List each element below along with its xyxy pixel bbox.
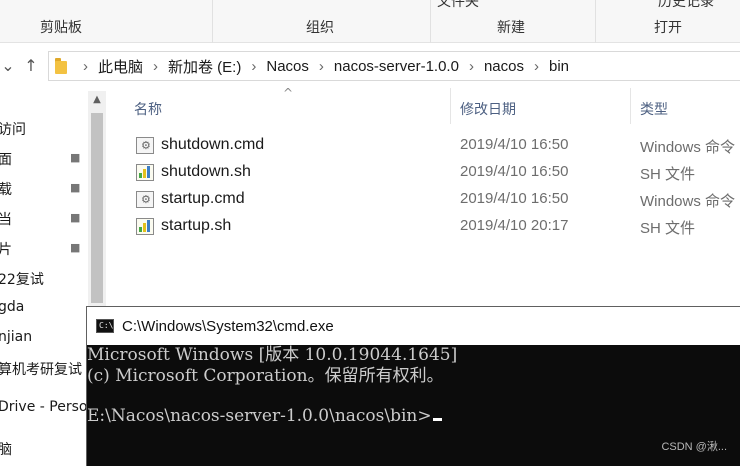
breadcrumb-nacos-sub[interactable]: nacos: [484, 58, 524, 75]
breadcrumb-drive-e[interactable]: 新加卷 (E:): [168, 56, 241, 77]
file-name: shutdown.cmd: [161, 136, 265, 153]
nav-item-label: 当: [0, 212, 12, 228]
breadcrumb-nacos-server[interactable]: nacos-server-1.0.0: [334, 58, 459, 75]
column-header-date-modified[interactable]: 修改日期: [460, 99, 516, 119]
recent-locations-chevron-icon[interactable]: ⌄: [0, 55, 19, 77]
nav-item-label: 22复试: [0, 272, 44, 288]
nav-pane-scrollbar[interactable]: ▲: [88, 91, 106, 307]
nav-item-folder[interactable]: 22复试: [0, 265, 88, 291]
nav-item-folder[interactable]: gda: [0, 295, 88, 321]
breadcrumb-bin[interactable]: bin: [549, 58, 569, 75]
cmd-app-icon: C:\: [96, 319, 114, 333]
nav-item-downloads[interactable]: 载 ■: [0, 175, 88, 201]
watermark: CSDN @湫...: [661, 441, 727, 453]
ribbon-group-label: 组织: [306, 20, 334, 36]
file-type: Windows 命令: [640, 139, 736, 156]
file-type: Windows 命令: [640, 193, 736, 210]
column-divider[interactable]: [630, 88, 631, 124]
scrollbar-thumb[interactable]: [91, 113, 103, 303]
cmd-window-title: C:\Windows\System32\cmd.exe: [122, 318, 334, 335]
column-header-name[interactable]: 名称: [134, 99, 162, 119]
nav-item-label: njian: [0, 329, 33, 345]
ribbon-group-new: 文件夹 新建: [431, 0, 596, 43]
nav-item-label: Drive - Perso: [0, 399, 88, 415]
nav-item-folder[interactable]: 算机考研复试: [0, 355, 88, 381]
breadcrumb-separator-icon[interactable]: ›: [534, 58, 539, 75]
pin-icon[interactable]: ■: [70, 211, 80, 224]
address-bar[interactable]: › 此电脑 › 新加卷 (E:) › Nacos › nacos-server-…: [48, 51, 740, 81]
breadcrumb: › 此电脑 › 新加卷 (E:) › Nacos › nacos-server-…: [73, 52, 569, 80]
file-name: shutdown.sh: [161, 163, 251, 180]
nav-item-onedrive[interactable]: Drive - Perso: [0, 395, 88, 421]
navigation-bar: ⌄ ↑ › 此电脑 › 新加卷 (E:) › Nacos › nacos-ser…: [0, 44, 740, 88]
file-name: startup.cmd: [161, 190, 245, 207]
file-date-modified: 2019/4/10 16:50: [460, 136, 569, 153]
breadcrumb-this-pc[interactable]: 此电脑: [98, 56, 143, 77]
file-row[interactable]: shutdown.sh 2019/4/10 16:50 SH 文件: [130, 159, 740, 186]
file-list-header: ^ 名称 修改日期 类型: [120, 86, 740, 124]
breadcrumb-separator-icon[interactable]: ›: [83, 58, 88, 75]
scroll-up-arrow-icon[interactable]: ▲: [88, 91, 106, 109]
sh-file-icon: [136, 218, 154, 235]
nav-item-desktop[interactable]: 面 ■: [0, 145, 88, 171]
breadcrumb-separator-icon[interactable]: ›: [319, 58, 324, 75]
file-date-modified: 2019/4/10 16:50: [460, 163, 569, 180]
file-row[interactable]: ⚙ shutdown.cmd 2019/4/10 16:50 Windows 命…: [130, 132, 740, 159]
file-name: startup.sh: [161, 217, 232, 234]
nav-item-pictures[interactable]: 片 ■: [0, 235, 88, 261]
ribbon-group-label: 剪贴板: [40, 20, 82, 36]
file-row[interactable]: startup.sh 2019/4/10 20:17 SH 文件: [130, 213, 740, 240]
history-button-label[interactable]: 历史记录: [658, 0, 714, 11]
navigation-pane: 访问 面 ■ 载 ■ 当 ■ 片 ■ 22复试 gda njian 算机考研复试…: [0, 88, 88, 466]
column-divider[interactable]: [450, 88, 451, 124]
file-date-modified: 2019/4/10 16:50: [460, 190, 569, 207]
sh-file-icon: [136, 164, 154, 181]
ribbon-group-clipboard: 剪贴板: [0, 0, 213, 43]
new-folder-button-label[interactable]: 文件夹: [437, 0, 479, 11]
nav-item-label: gda: [0, 299, 25, 315]
text-cursor: [432, 418, 442, 421]
pin-icon[interactable]: ■: [70, 181, 80, 194]
console-prompt-line[interactable]: E:\Nacos\nacos-server-1.0.0\nacos\bin>: [87, 406, 442, 426]
console-prompt: E:\Nacos\nacos-server-1.0.0\nacos\bin>: [87, 406, 432, 426]
nav-item-folder[interactable]: njian: [0, 325, 88, 351]
ribbon-group-label: 打开: [654, 20, 682, 36]
sort-ascending-icon: ^: [283, 86, 294, 100]
file-type: SH 文件: [640, 220, 696, 237]
folder-icon: [55, 58, 67, 74]
ribbon: 剪贴板 组织 文件夹 新建 历史记录 打开: [0, 0, 740, 43]
pin-icon[interactable]: ■: [70, 151, 80, 164]
ribbon-group-open: 历史记录 打开: [596, 0, 740, 43]
pin-icon[interactable]: ■: [70, 241, 80, 254]
cmd-window[interactable]: C:\ C:\Windows\System32\cmd.exe Microsof…: [86, 306, 740, 466]
cmd-file-icon: ⚙: [136, 191, 154, 208]
nav-item-label: 访问: [0, 122, 26, 138]
file-date-modified: 2019/4/10 20:17: [460, 217, 569, 234]
file-type: SH 文件: [640, 166, 696, 183]
file-row[interactable]: ⚙ startup.cmd 2019/4/10 16:50 Windows 命令: [130, 186, 740, 213]
cmd-console[interactable]: Microsoft Windows [版本 10.0.19044.1645] (…: [87, 345, 740, 466]
breadcrumb-separator-icon[interactable]: ›: [153, 58, 158, 75]
nav-item-this-pc[interactable]: 脑: [0, 435, 88, 461]
ribbon-group-label: 新建: [497, 20, 525, 36]
console-line: Microsoft Windows [版本 10.0.19044.1645]: [87, 345, 458, 365]
ribbon-group-organize: 组织: [213, 0, 431, 43]
up-arrow-icon[interactable]: ↑: [20, 55, 42, 77]
breadcrumb-separator-icon[interactable]: ›: [469, 58, 474, 75]
nav-item-documents[interactable]: 当 ■: [0, 205, 88, 231]
cmd-file-icon: ⚙: [136, 137, 154, 154]
nav-item-label: 面: [0, 152, 12, 168]
breadcrumb-separator-icon[interactable]: ›: [251, 58, 256, 75]
nav-item-quick-access[interactable]: 访问: [0, 115, 88, 141]
nav-item-label: 片: [0, 242, 12, 258]
nav-item-label: 载: [0, 182, 12, 198]
column-header-type[interactable]: 类型: [640, 99, 668, 119]
cmd-title-bar[interactable]: C:\ C:\Windows\System32\cmd.exe: [87, 307, 740, 345]
console-line: (c) Microsoft Corporation。保留所有权利。: [87, 366, 444, 386]
breadcrumb-nacos[interactable]: Nacos: [266, 58, 309, 75]
nav-item-label: 脑: [0, 442, 12, 458]
nav-item-label: 算机考研复试: [0, 362, 82, 378]
